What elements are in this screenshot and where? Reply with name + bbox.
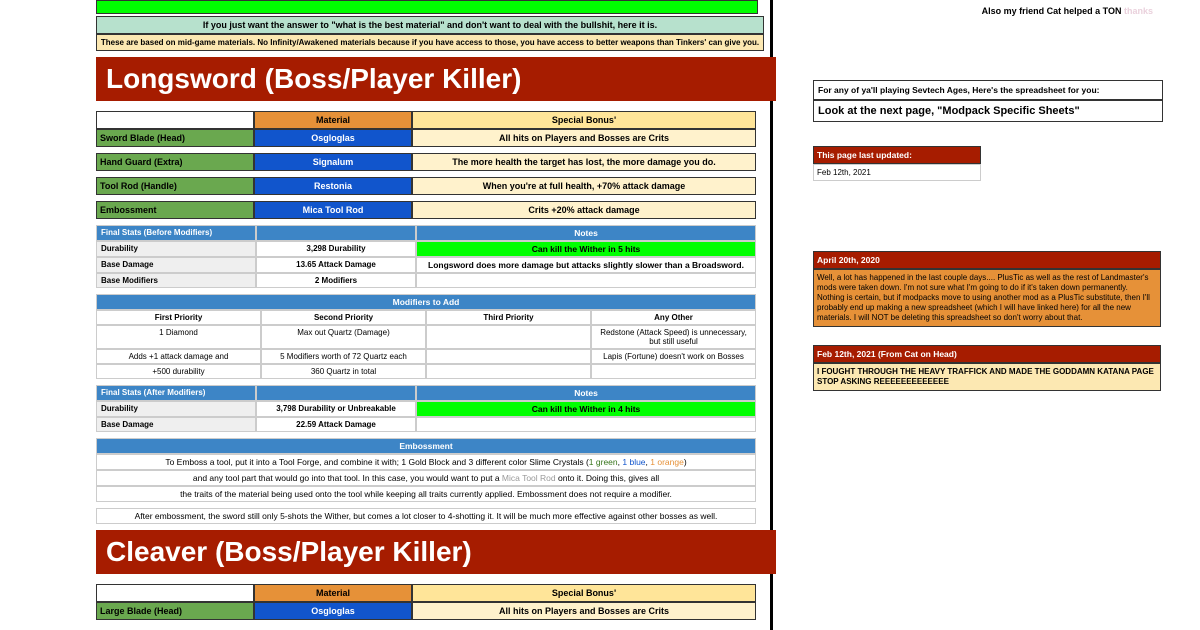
stats-before-header: Final Stats (Before Modifiers) Notes: [96, 225, 756, 241]
stat-row: Base Damage 22.59 Attack Damage: [96, 417, 756, 432]
emboss-line-4: After embossment, the sword still only 5…: [96, 508, 756, 524]
stat-row: Base Damage 13.65 Attack Damage Longswor…: [96, 257, 756, 273]
part-row: Tool Rod (Handle) Restonia When you're a…: [96, 177, 756, 195]
mod-row: 1 Diamond Max out Quartz (Damage) Redsto…: [96, 325, 756, 349]
updated-date: Feb 12th, 2021: [813, 164, 981, 181]
mod-row: +500 durability 360 Quartz in total: [96, 364, 756, 379]
material-header: Material: [254, 111, 412, 129]
part-row: Sword Blade (Head) Osgloglas All hits on…: [96, 129, 756, 147]
cleaver-title: Cleaver (Boss/Player Killer): [96, 530, 776, 574]
part-row: Large Blade (Head) Osgloglas All hits on…: [96, 602, 756, 620]
stat-row: Base Modifiers 2 Modifiers: [96, 273, 756, 288]
info-note-2: These are based on mid-game materials. N…: [96, 34, 764, 51]
info-note-1: If you just want the answer to "what is …: [96, 16, 764, 34]
mod-cols: First Priority Second Priority Third Pri…: [96, 310, 756, 325]
news-1-body: Well, a lot has happened in the last cou…: [813, 269, 1161, 327]
part-row: Embossment Mica Tool Rod Crits +20% atta…: [96, 201, 756, 219]
part-row: Hand Guard (Extra) Signalum The more hea…: [96, 153, 756, 171]
news-2-header: Feb 12th, 2021 (From Cat on Head): [813, 345, 1161, 363]
green-bar: [96, 0, 758, 14]
stat-row: Durability 3,798 Durability or Unbreakab…: [96, 401, 756, 417]
sevtech-note-2: Look at the next page, "Modpack Specific…: [813, 100, 1163, 122]
friend-credit: Also my friend Cat helped a TON thanks: [813, 6, 1153, 16]
emboss-line-2: and any tool part that would go into tha…: [96, 470, 756, 486]
sevtech-note-1: For any of ya'll playing Sevtech Ages, H…: [813, 80, 1163, 100]
longsword-title: Longsword (Boss/Player Killer): [96, 57, 776, 101]
stats-after-header: Final Stats (After Modifiers) Notes: [96, 385, 756, 401]
stat-row: Durability 3,298 Durability Can kill the…: [96, 241, 756, 257]
parts-header-row: Material Special Bonus': [96, 111, 756, 129]
side-column: Also my friend Cat helped a TON thanks F…: [773, 0, 1200, 630]
parts-header-row: Material Special Bonus': [96, 584, 756, 602]
news-1-header: April 20th, 2020: [813, 251, 1161, 269]
emboss-line-3: the traits of the material being used on…: [96, 486, 756, 502]
modifiers-header: Modifiers to Add: [96, 294, 756, 310]
emboss-line-1: To Emboss a tool, put it into a Tool For…: [96, 454, 756, 470]
news-2-body: I FOUGHT THROUGH THE HEAVY TRAFFICK AND …: [813, 363, 1161, 391]
bonus-header: Special Bonus': [412, 111, 756, 129]
mod-row: Adds +1 attack damage and 5 Modifiers wo…: [96, 349, 756, 364]
main-column: If you just want the answer to "what is …: [0, 0, 773, 630]
embossment-header: Embossment: [96, 438, 756, 454]
updated-header: This page last updated:: [813, 146, 981, 164]
